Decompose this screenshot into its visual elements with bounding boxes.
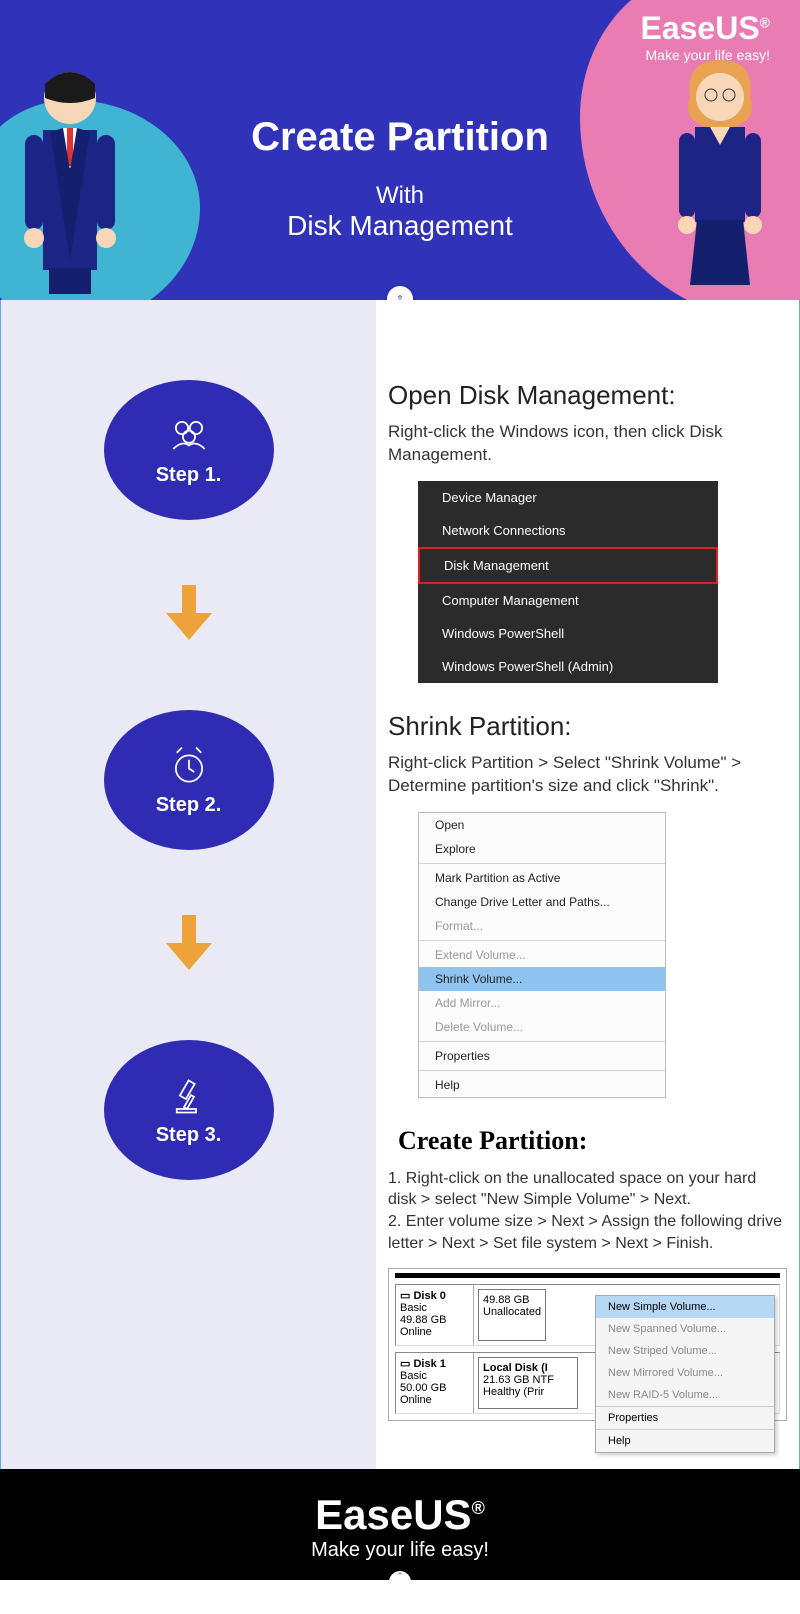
new-spanned-volume: New Spanned Volume... [596, 1318, 774, 1340]
ctx-mark-active[interactable]: Mark Partition as Active [419, 866, 665, 890]
chevron-up-icon[interactable]: ⌃ [389, 1571, 411, 1582]
disk-top-bar [395, 1273, 780, 1278]
ctx-format: Format... [419, 914, 665, 938]
brand-name: EaseUS [640, 10, 759, 46]
disk-0-header: ▭ Disk 0 Basic 49.88 GB Online [396, 1285, 474, 1345]
step-1-content: Open Disk Management: Right-click the Wi… [388, 380, 787, 683]
disk-0-name: Disk 0 [413, 1290, 445, 1302]
footer-tagline: Make your life easy! [0, 1539, 800, 1562]
hero-header: EaseUS® Make your life easy! Create Part… [0, 0, 800, 300]
instructions-column: Open Disk Management: Right-click the Wi… [376, 300, 799, 1469]
subtitle-1: With [0, 182, 800, 210]
local-name: Local Disk (I [483, 1362, 548, 1374]
step-3-list: 1. Right-click on the unallocated space … [388, 1168, 787, 1254]
local-health: Healthy (Prir [483, 1386, 544, 1398]
ctx-shrink[interactable]: Shrink Volume... [419, 967, 665, 991]
disk-0-type: Basic [400, 1302, 427, 1314]
ctx-open[interactable]: Open [419, 813, 665, 837]
footer-brand: EaseUS [315, 1491, 471, 1538]
volume-context-menu: Open Explore Mark Partition as Active Ch… [418, 812, 666, 1098]
ctx-extend: Extend Volume... [419, 943, 665, 967]
menu-powershell-admin[interactable]: Windows PowerShell (Admin) [418, 650, 718, 683]
step-3-title: Create Partition: [398, 1126, 787, 1156]
ctx-explore[interactable]: Explore [419, 837, 665, 861]
header-title-block: Create Partition With Disk Management [0, 115, 800, 242]
step-3-content: Create Partition: 1. Right-click on the … [388, 1126, 787, 1421]
disk-management-panel: ▭ Disk 0 Basic 49.88 GB Online 49.88 GB … [388, 1268, 787, 1421]
disk-1-type: Basic [400, 1370, 427, 1382]
group-icon [168, 414, 210, 456]
gavel-icon [168, 1074, 210, 1116]
local-disk-volume[interactable]: Local Disk (I 21.63 GB NTF Healthy (Prir [478, 1357, 578, 1409]
step-2-badge: Step 2. [104, 710, 274, 850]
step-1-badge: Step 1. [104, 380, 274, 520]
expand-collapse-icon[interactable]: ⇕ [387, 286, 413, 300]
step-2-desc: Right-click Partition > Select "Shrink V… [388, 752, 787, 798]
ctx-delete: Delete Volume... [419, 1015, 665, 1039]
ctx-help[interactable]: Help [419, 1073, 665, 1097]
step-3-label: Step 3. [156, 1124, 222, 1147]
disk-0-row: ▭ Disk 0 Basic 49.88 GB Online 49.88 GB … [395, 1284, 780, 1346]
step-3-item-1: 1. Right-click on the unallocated space … [388, 1168, 787, 1211]
ctx-mirror: Add Mirror... [419, 991, 665, 1015]
step-2-title: Shrink Partition: [388, 711, 787, 742]
menu-disk-management[interactable]: Disk Management [418, 547, 718, 584]
local-size: 21.63 GB NTF [483, 1374, 554, 1386]
step-1-desc: Right-click the Windows icon, then click… [388, 421, 787, 467]
menu-device-manager[interactable]: Device Manager [418, 481, 718, 514]
footer: EaseUS® Make your life easy! ⌃ [0, 1469, 800, 1580]
step-2-content: Shrink Partition: Right-click Partition … [388, 711, 787, 1098]
clock-icon [168, 744, 210, 786]
steps-column: Step 1. Step 2. Step 3. [1, 300, 376, 1469]
arrow-down-icon [164, 585, 214, 645]
disk-1-header: ▭ Disk 1 Basic 50.00 GB Online [396, 1353, 474, 1413]
volume-help[interactable]: Help [596, 1430, 774, 1452]
registered-icon: ® [760, 14, 770, 30]
disk-0-size: 49.88 GB [400, 1314, 446, 1326]
menu-computer-management[interactable]: Computer Management [418, 584, 718, 617]
unalloc-label: Unallocated [483, 1306, 541, 1318]
subtitle-2: Disk Management [0, 210, 800, 242]
new-simple-volume[interactable]: New Simple Volume... [596, 1296, 774, 1318]
disk-1-size: 50.00 GB [400, 1382, 446, 1394]
step-2-label: Step 2. [156, 794, 222, 817]
menu-network-connections[interactable]: Network Connections [418, 514, 718, 547]
unallocated-volume[interactable]: 49.88 GB Unallocated [478, 1289, 546, 1341]
unalloc-size: 49.88 GB [483, 1294, 529, 1306]
menu-powershell[interactable]: Windows PowerShell [418, 617, 718, 650]
main-content: Step 1. Step 2. Step 3. Open Disk Manage… [0, 300, 800, 1469]
step-1-title: Open Disk Management: [388, 380, 787, 411]
disk-1-row: ▭ Disk 1 Basic 50.00 GB Online Local Dis… [395, 1352, 780, 1414]
step-3-badge: Step 3. [104, 1040, 274, 1180]
disk-1-name: Disk 1 [413, 1358, 445, 1370]
disk-0-status: Online [400, 1326, 432, 1338]
ctx-change-letter[interactable]: Change Drive Letter and Paths... [419, 890, 665, 914]
ctx-properties[interactable]: Properties [419, 1044, 665, 1068]
disk-1-status: Online [400, 1394, 432, 1406]
page-title: Create Partition [0, 115, 800, 160]
registered-icon: ® [472, 1498, 485, 1518]
arrow-down-icon [164, 915, 214, 975]
step-3-item-2: 2. Enter volume size > Next > Assign the… [388, 1211, 787, 1254]
windows-context-menu: Device Manager Network Connections Disk … [418, 481, 718, 683]
step-1-label: Step 1. [156, 464, 222, 487]
